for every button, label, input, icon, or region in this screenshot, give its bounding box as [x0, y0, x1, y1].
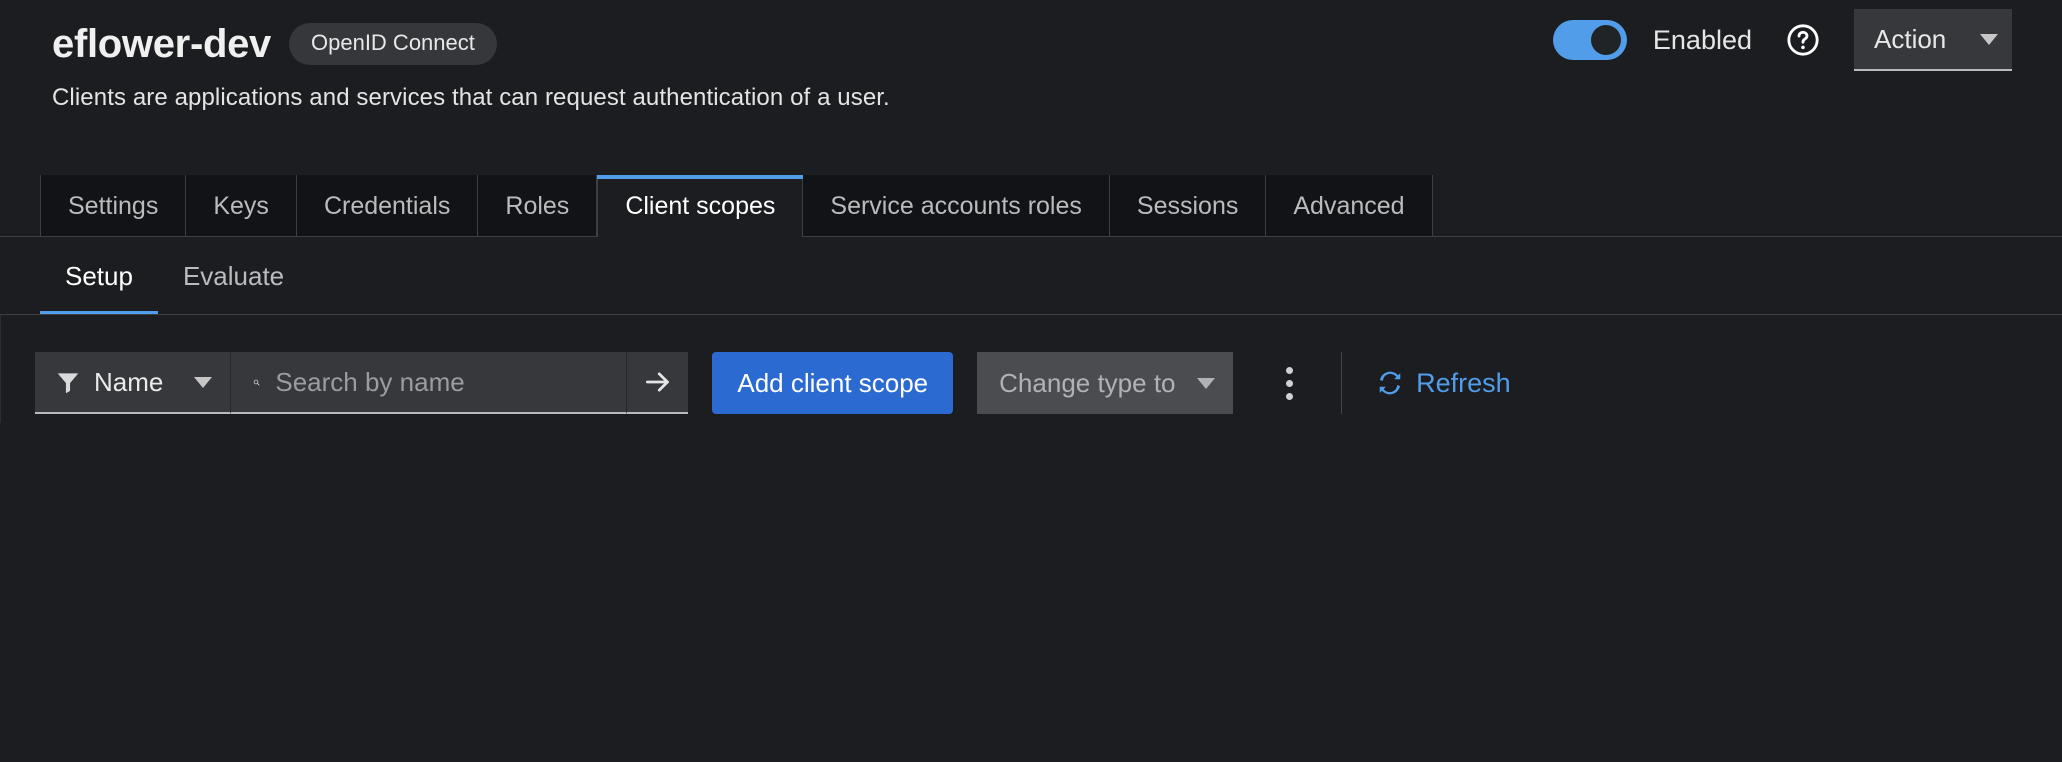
tab-credentials[interactable]: Credentials: [296, 175, 479, 237]
page-header: eflower-dev OpenID Connect Clients are a…: [0, 0, 2062, 175]
tab-settings[interactable]: Settings: [40, 175, 187, 237]
change-type-dropdown[interactable]: Change type to: [977, 352, 1234, 414]
toolbar-kebab-icon[interactable]: [1273, 352, 1305, 414]
filter-icon: [57, 373, 79, 394]
client-scopes-page: eflower-dev OpenID Connect Clients are a…: [0, 0, 2062, 762]
tab-service-accounts-roles[interactable]: Service accounts roles: [803, 175, 1110, 237]
search-icon: [254, 379, 260, 386]
toolbar-divider: [1341, 352, 1343, 414]
primary-tabs: Settings Keys Credentials Roles Client s…: [0, 175, 2062, 238]
enabled-toggle[interactable]: [1552, 20, 1627, 60]
content-area: Name Add client scope Change type to: [0, 315, 2062, 423]
filter-dropdown[interactable]: Name: [35, 352, 231, 414]
refresh-label: Refresh: [1416, 367, 1511, 398]
refresh-button[interactable]: Refresh: [1376, 368, 1511, 399]
subtab-evaluate[interactable]: Evaluate: [158, 237, 309, 315]
toolbar: Name Add client scope Change type to: [1, 315, 2062, 423]
action-dropdown[interactable]: Action: [1854, 9, 2012, 71]
protocol-badge: OpenID Connect: [289, 23, 497, 65]
toggle-knob: [1590, 25, 1621, 55]
help-circle-icon[interactable]: [1786, 23, 1820, 57]
header-actions: Enabled Action: [1552, 9, 2012, 71]
filter-dropdown-label: Name: [94, 366, 164, 397]
tab-advanced[interactable]: Advanced: [1266, 175, 1433, 237]
tab-keys[interactable]: Keys: [186, 175, 297, 237]
page-subtitle: Clients are applications and services th…: [52, 84, 890, 111]
refresh-icon: [1379, 371, 1401, 395]
search-input[interactable]: [275, 366, 611, 398]
chevron-down-icon: [1197, 377, 1216, 389]
subtab-setup[interactable]: Setup: [40, 237, 158, 315]
chevron-down-icon: [194, 376, 213, 388]
search-submit-button[interactable]: [626, 352, 689, 414]
tab-roles[interactable]: Roles: [478, 175, 598, 237]
secondary-tabs: Setup Evaluate: [0, 237, 2062, 315]
arrow-right-icon: [645, 372, 669, 392]
action-dropdown-label: Action: [1874, 23, 1947, 54]
chevron-down-icon: [1980, 33, 1998, 45]
add-client-scope-button[interactable]: Add client scope: [712, 352, 954, 414]
tab-sessions[interactable]: Sessions: [1109, 175, 1267, 237]
enabled-toggle-label: Enabled: [1652, 24, 1752, 55]
change-type-label: Change type to: [999, 367, 1176, 398]
search-field-wrapper: [230, 352, 627, 414]
tab-client-scopes[interactable]: Client scopes: [597, 175, 804, 238]
page-title: eflower-dev: [52, 22, 271, 66]
